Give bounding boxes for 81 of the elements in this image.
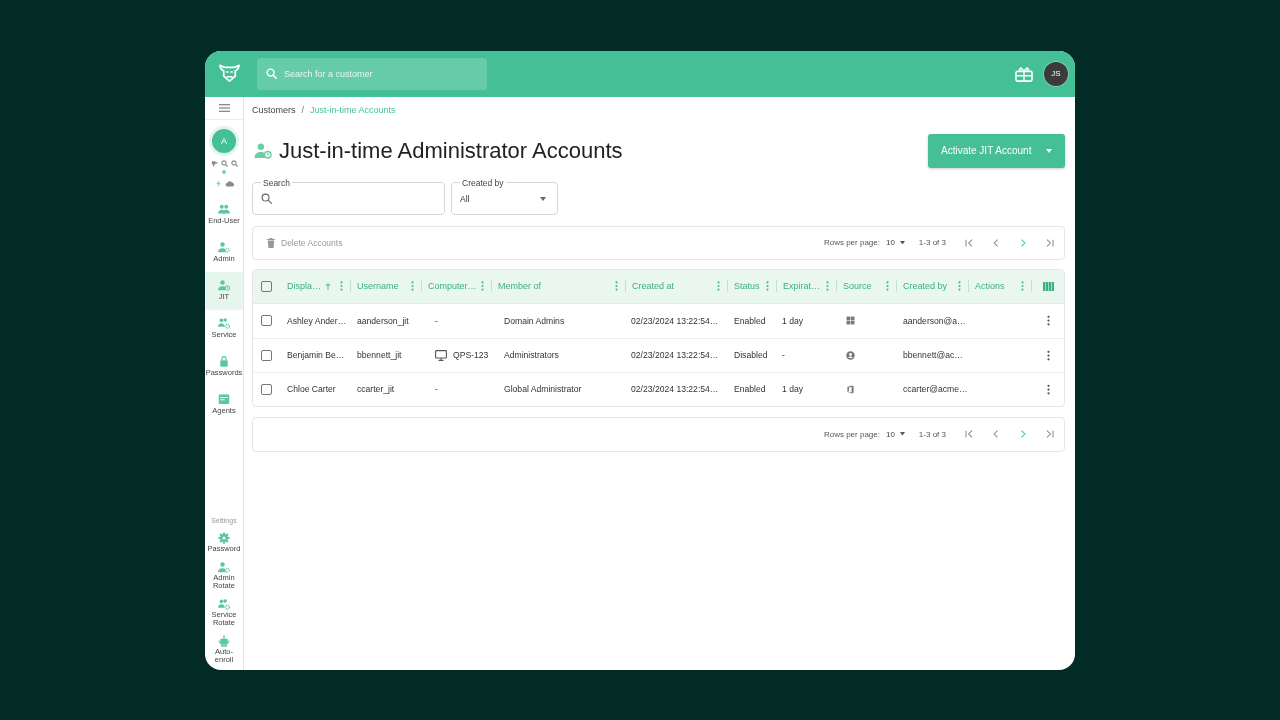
- created-by-select[interactable]: Created by All: [451, 177, 558, 215]
- member-of: Global Administrator: [504, 384, 582, 394]
- display-name: Benjamin Be…: [287, 350, 345, 360]
- breadcrumb-separator: /: [301, 104, 305, 115]
- row-checkbox[interactable]: [261, 349, 272, 361]
- created-at: 02/23/2024 13:22:54…: [631, 315, 719, 326]
- expiration: 1 day: [782, 315, 804, 326]
- select-all-checkbox[interactable]: [261, 280, 272, 292]
- kebab-icon[interactable]: [1046, 349, 1050, 361]
- person-gear-icon: [218, 240, 230, 253]
- page-range: 1-3 of 3: [918, 429, 946, 439]
- caret-down-icon: [540, 196, 546, 201]
- gift-icon[interactable]: [1015, 65, 1033, 82]
- gear-icon: [218, 531, 230, 544]
- member-of: Administrators: [504, 350, 559, 360]
- columns-icon[interactable]: [1042, 281, 1054, 291]
- computer-name: -: [435, 315, 438, 326]
- plug-icon: [210, 159, 218, 167]
- display-name: Ashley Ander…: [287, 315, 347, 326]
- kebab-icon[interactable]: [1046, 383, 1050, 395]
- kebab-icon[interactable]: [1046, 315, 1050, 326]
- created-by-email: bbennett@ac…: [903, 350, 963, 360]
- person-gear-icon: [218, 560, 230, 573]
- menu-icon: [218, 103, 230, 112]
- magnifier-icon: [230, 159, 238, 167]
- office-logo-icon: [846, 384, 855, 394]
- account-status: Enabled: [734, 384, 766, 394]
- created-at: 02/23/2024 13:22:54…: [631, 384, 719, 394]
- caret-down-icon: [899, 432, 905, 436]
- computer-name: QPS-123: [453, 350, 489, 360]
- magnifier-icon: [220, 159, 228, 167]
- expiration: 1 day: [782, 384, 804, 394]
- person-clock-icon: [254, 142, 272, 159]
- created-by-email: ccarter@acme…: [903, 384, 968, 394]
- bolt-icon: [214, 179, 222, 187]
- search-icon: [266, 68, 277, 79]
- people-gear-icon: [218, 316, 230, 329]
- arrow-up-icon[interactable]: [324, 281, 332, 291]
- bar-chevron-left-icon: [963, 236, 975, 249]
- cloud-icon: [224, 179, 234, 187]
- rows-per-page-select[interactable]: 10: [885, 238, 905, 247]
- member-of: Domain Admins: [504, 315, 565, 326]
- person-circle-icon: [846, 350, 855, 360]
- person-clock-icon: [218, 278, 230, 291]
- caret-down-icon: [1046, 148, 1052, 153]
- account-status: Disabled: [734, 350, 768, 360]
- display-name: Chloe Carter: [287, 384, 336, 394]
- expiration: -: [782, 350, 785, 360]
- field-label: Created by: [461, 177, 505, 188]
- username: aanderson_jit: [357, 315, 409, 326]
- window-icon: [218, 392, 230, 405]
- search-field[interactable]: Search: [252, 177, 445, 215]
- people-icon: [218, 202, 230, 215]
- chevron-bar-right-icon: [1044, 428, 1056, 440]
- account-status: Enabled: [734, 315, 766, 326]
- trash-icon: [267, 237, 275, 248]
- row-checkbox[interactable]: [261, 383, 272, 395]
- user-avatar[interactable]: JS: [1044, 61, 1068, 86]
- chevron-bar-right-icon: [1044, 236, 1056, 249]
- username: bbennett_jit: [357, 350, 402, 360]
- page-range: 1-3 of 3: [918, 238, 946, 247]
- rows-per-page-label: Rows per page:: [823, 238, 880, 247]
- page-title: Just-in-time Administrator Accounts: [279, 139, 623, 162]
- breadcrumb-link[interactable]: Customers: [252, 104, 296, 115]
- username: ccarter_jit: [357, 384, 395, 394]
- search-icon: [261, 193, 272, 204]
- animal-head-icon[interactable]: [218, 62, 241, 85]
- computer-name: -: [435, 384, 438, 394]
- robot-icon: [218, 634, 230, 647]
- created-at: 02/23/2024 13:22:54…: [631, 350, 719, 360]
- dot-icon: [222, 169, 226, 174]
- caret-down-icon: [899, 240, 905, 245]
- lock-icon: [218, 354, 230, 367]
- rows-per-page-select[interactable]: 10: [885, 429, 905, 439]
- four-squares-icon: [846, 316, 855, 325]
- row-checkbox[interactable]: [261, 315, 272, 326]
- created-by-email: aanderson@a…: [903, 315, 966, 326]
- rows-per-page-label: Rows per page:: [823, 429, 880, 439]
- bar-chevron-left-icon: [963, 428, 975, 440]
- people-gear-icon: [218, 597, 230, 610]
- field-label: Search: [262, 177, 291, 188]
